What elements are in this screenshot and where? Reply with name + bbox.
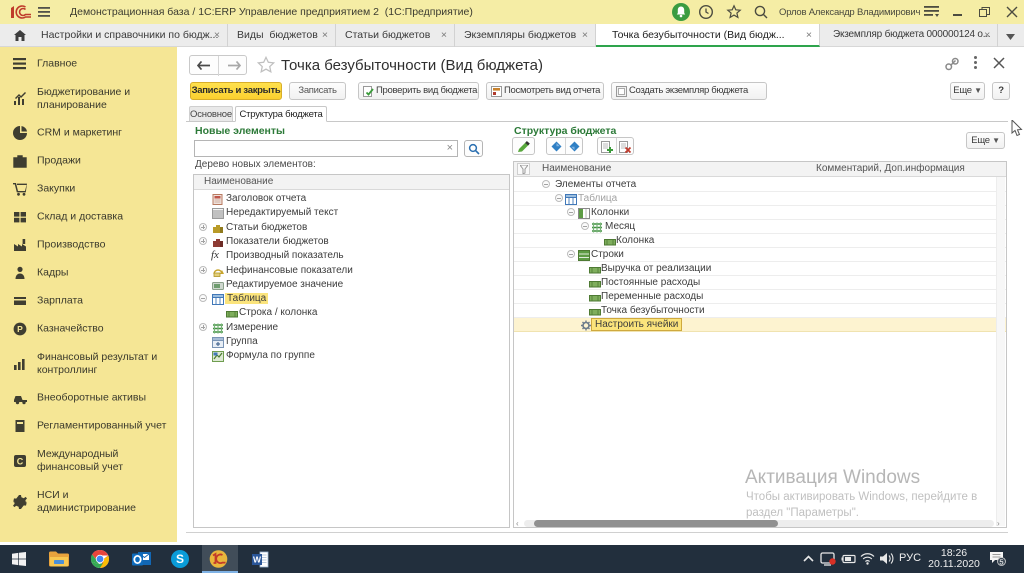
svg-text:W: W: [253, 555, 262, 565]
svg-text:P: P: [17, 324, 23, 334]
svg-text:S: S: [176, 552, 184, 566]
svg-text:5: 5: [999, 557, 1003, 566]
svg-text:C: C: [17, 456, 24, 466]
